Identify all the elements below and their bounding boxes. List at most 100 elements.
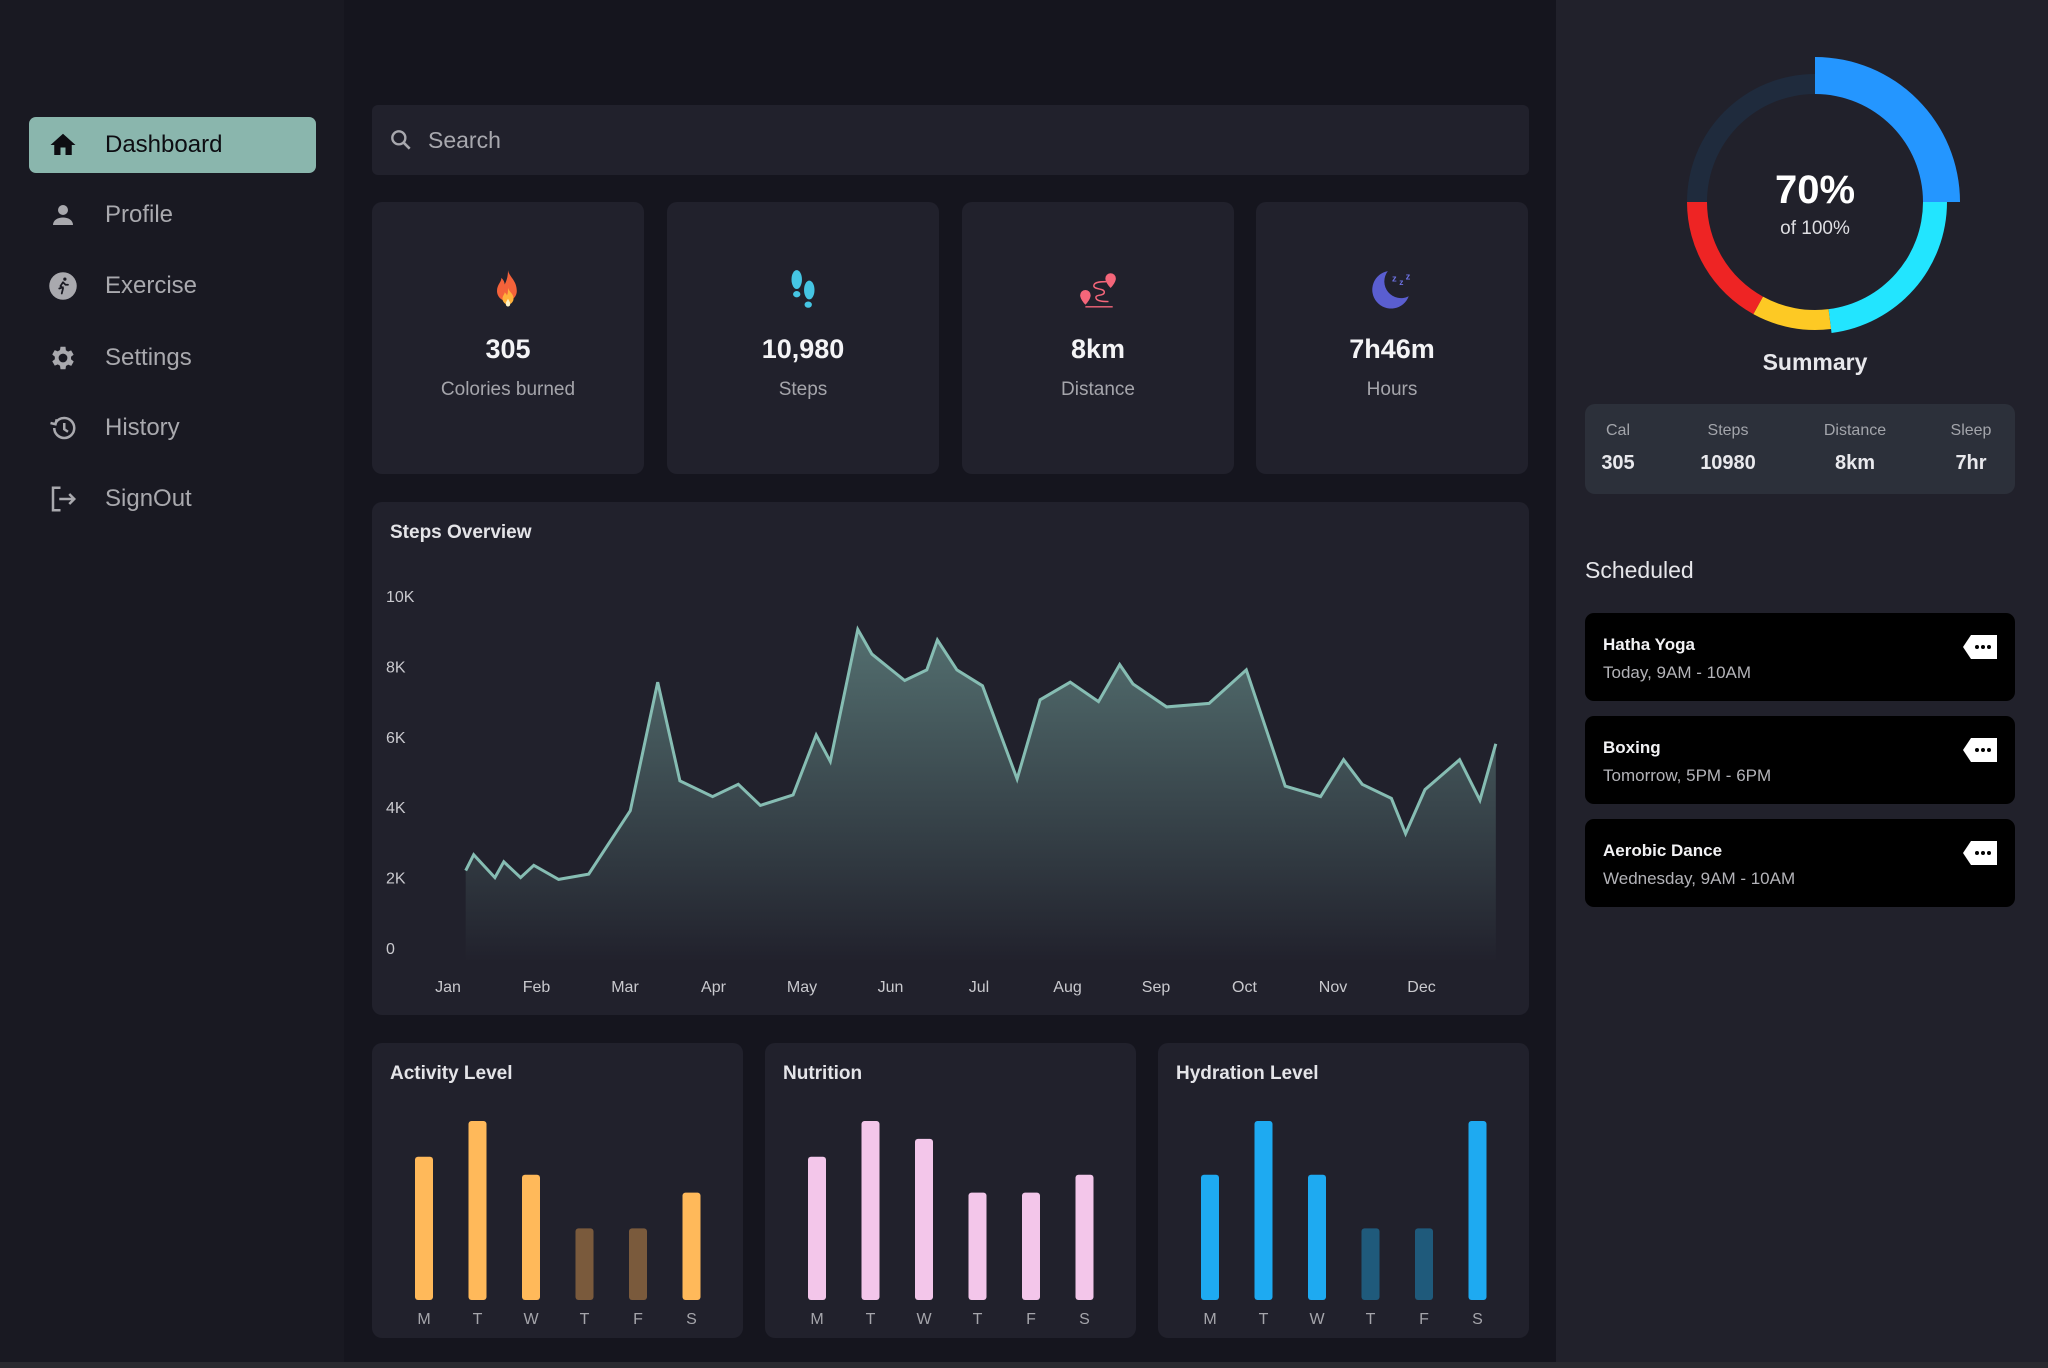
- bar: [522, 1174, 540, 1300]
- bar: [629, 1228, 647, 1300]
- scheduled-item[interactable]: Hatha Yoga Today, 9AM - 10AM: [1585, 613, 2015, 701]
- summary-title: Summary: [1762, 349, 1868, 375]
- y-tick-label: 8K: [386, 659, 406, 676]
- x-tick-label: Oct: [1232, 979, 1257, 996]
- x-tick-label: Jun: [878, 979, 904, 996]
- stat-card-sleep: zzz 7h46m Hours: [1256, 202, 1528, 474]
- scheduled-item-name: Boxing: [1603, 738, 1661, 757]
- bar: [682, 1192, 701, 1300]
- sidebar-item-label: Settings: [105, 344, 192, 371]
- svg-text:z: z: [1392, 273, 1397, 284]
- bar: [1415, 1228, 1433, 1300]
- svg-text:z: z: [1399, 277, 1403, 287]
- x-tick-label: W: [523, 1311, 539, 1328]
- stat-label: Distance: [1061, 379, 1135, 400]
- history-icon: [46, 411, 80, 445]
- x-tick-label: T: [473, 1311, 483, 1328]
- x-tick-label: Jul: [969, 979, 989, 996]
- stat-card-calories: 305 Colories burned: [372, 202, 644, 474]
- stat-value: 8km: [1070, 334, 1126, 364]
- summary-key: Steps: [1707, 422, 1749, 439]
- scheduled-item-name: Aerobic Dance: [1603, 841, 1723, 860]
- sidebar-item-label: Dashboard: [105, 131, 223, 158]
- x-tick-label: Apr: [701, 979, 727, 996]
- x-tick-label: May: [787, 979, 817, 996]
- bar: [1022, 1192, 1040, 1300]
- stat-label: Colories burned: [440, 379, 576, 400]
- sidebar-item-label: History: [105, 414, 180, 441]
- activity-level-chart: MTWTFS: [415, 1121, 701, 1328]
- x-tick-label: F: [1026, 1311, 1036, 1328]
- x-tick-label: Nov: [1319, 979, 1347, 996]
- sidebar-item-history[interactable]: History: [29, 400, 316, 456]
- x-tick-label: Mar: [611, 979, 639, 996]
- x-tick-label: F: [633, 1311, 643, 1328]
- x-tick-label: T: [580, 1311, 590, 1328]
- fire-icon: [484, 266, 532, 314]
- steps-area-fill: [465, 629, 1496, 962]
- summary-col-steps: Steps 10980: [1673, 422, 1783, 475]
- x-tick-label: T: [1259, 1311, 1269, 1328]
- x-tick-label: Sep: [1142, 979, 1171, 996]
- y-tick-label: 10K: [386, 589, 415, 606]
- summary-value: 8km: [1834, 452, 1876, 474]
- svg-text:z: z: [1406, 271, 1411, 282]
- x-tick-label: Aug: [1053, 979, 1081, 996]
- sidebar-item-profile[interactable]: Profile: [29, 187, 316, 243]
- scheduled-item[interactable]: Boxing Tomorrow, 5PM - 6PM: [1585, 716, 2015, 804]
- sidebar-item-exercise[interactable]: Exercise: [29, 258, 316, 314]
- search-icon: [391, 130, 411, 150]
- summary-key: Sleep: [1950, 422, 1992, 439]
- x-tick-label: T: [973, 1311, 983, 1328]
- summary-value: 305: [1601, 452, 1635, 474]
- bar: [968, 1192, 987, 1300]
- stat-value: 7h46m: [1349, 334, 1435, 364]
- x-tick-label: S: [686, 1311, 697, 1328]
- x-tick-label: Dec: [1407, 979, 1435, 996]
- scheduled-item-time: Wednesday, 9AM - 10AM: [1603, 869, 1796, 888]
- scheduled-item-time: Tomorrow, 5PM - 6PM: [1603, 766, 1772, 785]
- nutrition-card: Nutrition MTWTFS: [765, 1043, 1136, 1338]
- donut-percent: 70%: [1774, 168, 1856, 212]
- more-options-icon[interactable]: [1961, 736, 1999, 764]
- stat-value: 10,980: [761, 334, 845, 364]
- scheduled-item[interactable]: Aerobic Dance Wednesday, 9AM - 10AM: [1585, 819, 2015, 907]
- x-tick-label: M: [417, 1311, 430, 1328]
- steps-overview-chart: 0 2K 4K 6K 8K 10K Jan Feb Mar Apr May Jun Jul Aug Sep…: [386, 589, 1498, 996]
- y-tick-label: 2K: [386, 871, 406, 888]
- bar: [1075, 1174, 1094, 1300]
- hydration-level-card: Hydration Level MTWTFS: [1158, 1043, 1529, 1338]
- x-tick-label: W: [916, 1311, 932, 1328]
- y-tick-label: 6K: [386, 730, 406, 747]
- sidebar-item-settings[interactable]: Settings: [29, 330, 316, 386]
- more-options-icon[interactable]: [1961, 633, 1999, 661]
- sidebar-item-dashboard[interactable]: Dashboard: [29, 117, 316, 173]
- bottom-divider: [0, 1362, 2048, 1368]
- sidebar: Dashboard Profile Exercise Settings Hist…: [0, 0, 344, 1362]
- search-bar[interactable]: [372, 105, 1529, 175]
- summary-col-cal: Cal 305: [1563, 422, 1673, 475]
- steps-overview-card: Steps Overview 0 2K 4K 6K 8K 10K Jan Feb Mar Apr…: [372, 502, 1529, 1015]
- gear-icon: [46, 341, 80, 375]
- bar: [1201, 1174, 1219, 1300]
- sidebar-item-signout[interactable]: SignOut: [29, 471, 316, 527]
- activity-level-card: Activity Level MTWTFS: [372, 1043, 743, 1338]
- search-input[interactable]: [428, 126, 1428, 154]
- donut-segment-yellow: [1753, 296, 1832, 330]
- y-tick-label: 4K: [386, 800, 406, 817]
- bar: [575, 1228, 594, 1300]
- hydration-level-chart: MTWTFS: [1201, 1121, 1487, 1328]
- bar: [1468, 1121, 1487, 1300]
- bar: [468, 1121, 487, 1300]
- stat-card-steps: 10,980 Steps: [667, 202, 939, 474]
- sidebar-item-label: Exercise: [105, 272, 198, 299]
- bar: [915, 1138, 933, 1300]
- scheduled-item-name: Hatha Yoga: [1603, 635, 1695, 654]
- stat-label: Hours: [1366, 379, 1418, 400]
- more-options-icon[interactable]: [1961, 839, 1999, 867]
- bar: [1361, 1228, 1380, 1300]
- stat-label: Steps: [778, 379, 828, 400]
- bar: [1254, 1121, 1273, 1300]
- x-tick-label: T: [1366, 1311, 1376, 1328]
- x-tick-label: S: [1472, 1311, 1483, 1328]
